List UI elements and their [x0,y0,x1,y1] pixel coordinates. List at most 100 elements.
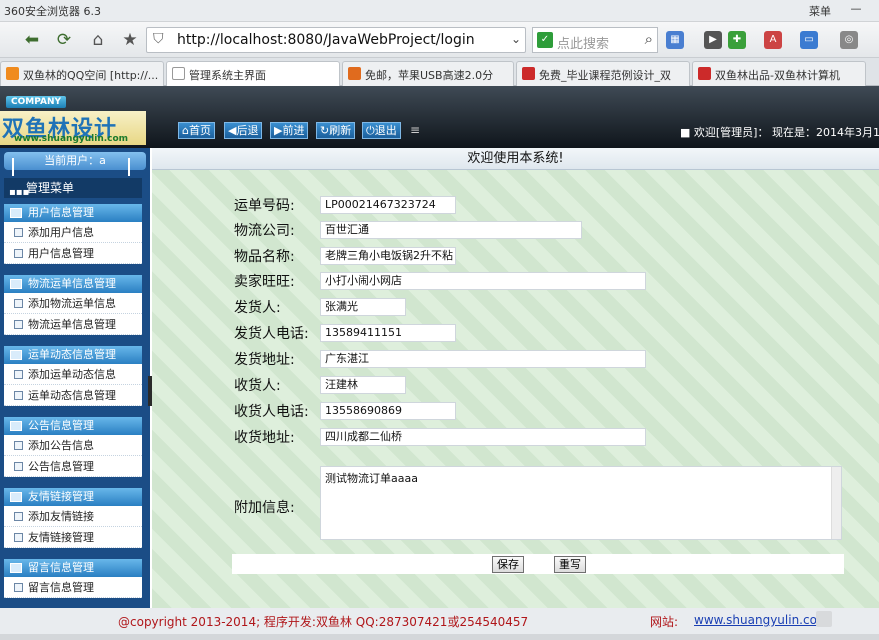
menu-group-users: 用户信息管理 添加用户信息 用户信息管理 [4,204,142,264]
save-button[interactable]: 保存 [492,556,524,573]
label-receiver: 收货人: [234,378,281,394]
label-receive-address: 收货地址: [234,430,295,446]
translate-icon[interactable]: A [764,31,782,49]
receiver-field[interactable]: 汪建林 [320,376,406,394]
menu-title: ▪▪▪ 管理菜单 [4,178,142,198]
textarea-scrollbar[interactable] [831,467,841,539]
search-engine-icon[interactable]: ✓ [537,32,553,48]
site-logo: 双鱼林设计 www.shuangyulin.com [0,111,146,145]
doc-icon [14,320,23,329]
sidebar-item-waybill-manage[interactable]: 物流运单信息管理 [4,314,142,335]
sidebar-item-status-manage[interactable]: 运单动态信息管理 [4,385,142,406]
sidebar-item-add-waybill[interactable]: 添加物流运单信息 [4,293,142,314]
label-ship-address: 发货地址: [234,352,295,368]
nav-refresh-button[interactable]: ↻刷新 [316,122,356,139]
receive-address-field[interactable]: 四川成都二仙桥 [320,428,646,446]
home-icon[interactable]: ⌂ [86,28,110,52]
menu-group-notice: 公告信息管理 添加公告信息 公告信息管理 [4,417,142,477]
tab-usb-shop[interactable]: 免邮，苹果USB高速2.0分 [342,61,514,86]
address-bar[interactable]: ⛉ http://localhost:8080/JavaWebProject/l… [146,27,526,53]
shop-icon [348,67,361,80]
sidebar-item-notice-manage[interactable]: 公告信息管理 [4,456,142,477]
logistics-company-field[interactable]: 百世汇通 [320,221,582,239]
back-icon[interactable]: ⬅ [20,28,44,52]
browser-menu-button[interactable]: 菜单 [809,3,831,19]
screen-icon[interactable]: ▭ [800,31,818,49]
sidebar-item-add-link[interactable]: 添加友情链接 [4,506,142,527]
menu-lines-icon[interactable]: ≡ [410,123,420,137]
label-sender: 发货人: [234,300,281,316]
security-icon[interactable]: ✚ [728,31,746,49]
search-box[interactable]: ✓ 点此搜索 ⌕ [532,27,658,53]
tab-shuangyulin[interactable]: 双鱼林出品-双鱼林计算机 [692,61,866,86]
address-url[interactable]: http://localhost:8080/JavaWebProject/log… [177,32,507,48]
extra-info-text: 测试物流订单aaaa [325,472,418,485]
tab-qq-space[interactable]: 双鱼林的QQ空间 [http://... [0,61,164,86]
sidebar-item-message-manage[interactable]: 留言信息管理 [4,577,142,598]
browser-title: 360安全浏览器 6.3 [4,5,101,18]
ship-address-field[interactable]: 广东湛江 [320,350,646,368]
group-title[interactable]: 物流运单信息管理 [4,275,142,293]
extra-info-textarea[interactable]: 测试物流订单aaaa [320,466,842,540]
sidebar-item-add-user[interactable]: 添加用户信息 [4,222,142,243]
waybill-no-field[interactable]: LP00021467323724 [320,196,456,214]
doc-icon [14,533,23,542]
menu-group-waybill-status: 运单动态信息管理 添加运单动态信息 运单动态信息管理 [4,346,142,406]
receiver-phone-field[interactable]: 13558690869 [320,402,456,420]
group-title[interactable]: 用户信息管理 [4,204,142,222]
scroll-icon[interactable] [816,611,832,627]
refresh-icon[interactable]: ⟳ [52,28,76,52]
search-icon[interactable]: ⌕ [645,30,653,48]
sender-phone-field[interactable]: 13589411151 [320,324,456,342]
status-bar [0,634,879,640]
main-content: 欢迎使用本系统! 运单号码: LP00021467323724 物流公司: 百世… [152,148,879,608]
welcome-text: ■ 欢迎[管理员]： 现在是：2014年3月19日 [680,126,879,139]
label-waybill-no: 运单号码: [234,198,295,214]
nav-logout-button[interactable]: ⏻退出 [362,122,401,139]
apps-icon[interactable]: ▦ [666,31,684,49]
group-title[interactable]: 公告信息管理 [4,417,142,435]
folder-icon [10,279,22,289]
seller-wangwang-field[interactable]: 小打小闹小网店 [320,272,646,290]
sidebar-item-add-status[interactable]: 添加运单动态信息 [4,364,142,385]
sender-field[interactable]: 张满光 [320,298,406,316]
minimize-button[interactable]: — [847,2,865,16]
doc-icon [14,249,23,258]
site-link[interactable]: www.shuangyulin.com [694,613,829,627]
web-page: COMPANY 双鱼林设计 www.shuangyulin.com ⌂首页 ◀后… [0,86,879,640]
doc-icon [14,441,23,450]
nav-back-button[interactable]: ◀后退 [224,122,263,139]
browser-toolbar: ⬅ ⟳ ⌂ ★ ⛉ http://localhost:8080/JavaWebP… [0,22,879,58]
menu-group-waybill: 物流运单信息管理 添加物流运单信息 物流运单信息管理 [4,275,142,335]
browser-titlebar: 360安全浏览器 6.3 菜单 — [0,0,879,22]
star-icon[interactable]: ★ [118,28,142,52]
grid-icon: ▪▪▪ [9,187,30,198]
page-title: 欢迎使用本系统! [152,148,879,170]
doc-icon [14,512,23,521]
group-title[interactable]: 留言信息管理 [4,559,142,577]
search-input[interactable]: 点此搜索 [557,33,609,52]
label-receiver-phone: 收货人电话: [234,404,309,420]
sidebar-item-add-notice[interactable]: 添加公告信息 [4,435,142,456]
shop-icon [522,67,535,80]
item-name-field[interactable]: 老牌三角小电饭锅2升不粘 [320,247,456,265]
nav-forward-button[interactable]: ▶前进 [270,122,309,139]
folder-icon [10,208,22,218]
browser-tabs: 双鱼林的QQ空间 [http://... 管理系统主界面 免邮，苹果USB高速2… [0,58,879,86]
reset-button[interactable]: 重写 [554,556,586,573]
doc-icon [14,228,23,237]
group-title[interactable]: 运单动态信息管理 [4,346,142,364]
folder-icon [10,350,22,360]
nav-home-button[interactable]: ⌂首页 [178,122,215,139]
group-title[interactable]: 友情链接管理 [4,488,142,506]
gamepad-icon[interactable]: ◎ [840,31,858,49]
pin-icon [12,158,20,176]
tab-admin-main[interactable]: 管理系统主界面 [166,61,340,86]
tab-course-design[interactable]: 免费_毕业课程范例设计_双 [516,61,690,86]
sidebar-item-user-manage[interactable]: 用户信息管理 [4,243,142,264]
media-icon[interactable]: ▶ [704,31,722,49]
menu-group-links: 友情链接管理 添加友情链接 友情链接管理 [4,488,142,548]
chevron-down-icon[interactable]: ⌄ [511,32,521,46]
sidebar-item-link-manage[interactable]: 友情链接管理 [4,527,142,548]
copyright-text: @copyright 2013-2014; 程序开发:双鱼林 QQ:287307… [118,615,529,629]
